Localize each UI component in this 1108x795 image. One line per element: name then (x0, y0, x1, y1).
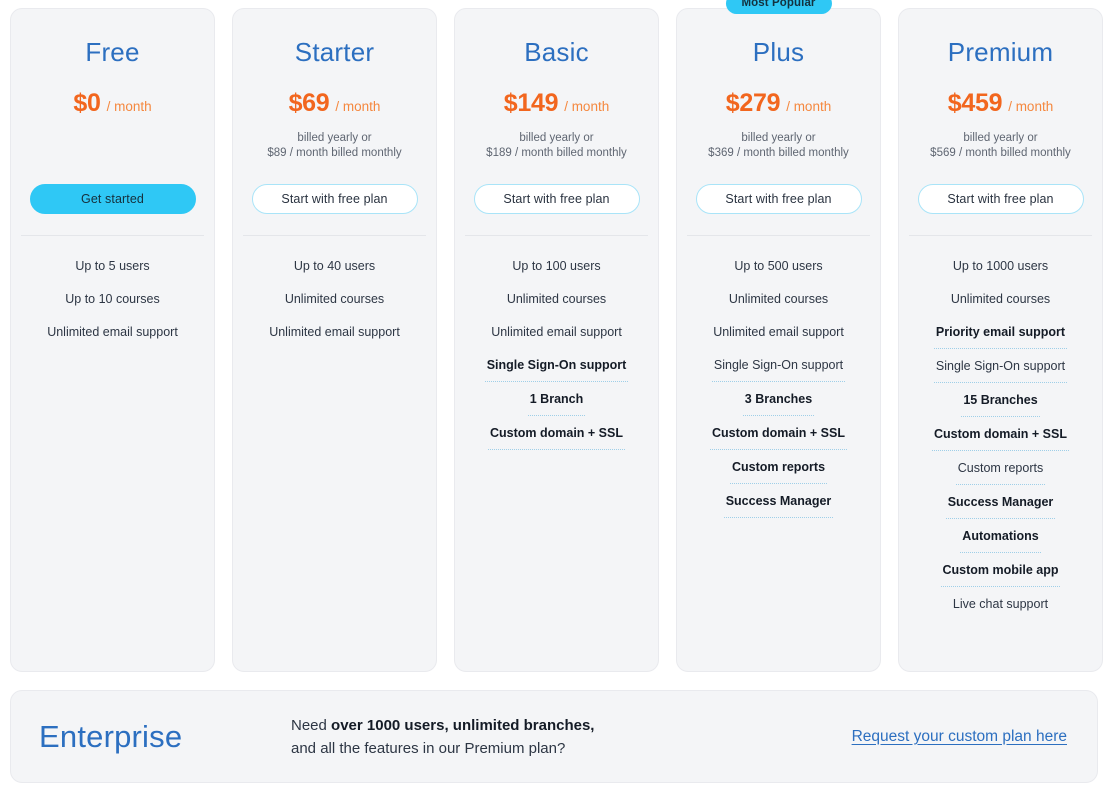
plan-cta-button[interactable]: Get started (29, 183, 196, 214)
feature-item: Single Sign-On support (711, 349, 846, 382)
card-divider (909, 234, 1092, 236)
plan-price: $279 (725, 88, 781, 117)
enterprise-copy-highlight: over 1000 users, unlimited branches, (331, 716, 595, 734)
plan-price: $69 (288, 88, 330, 117)
request-custom-plan-link[interactable]: Request your custom plan here (852, 728, 1067, 746)
feature-item: Unlimited email support (713, 324, 844, 339)
plan-price: $459 (947, 88, 1003, 117)
plan-card-plus: Most Popular Plus $279 / month billed yearly… (676, 0, 881, 672)
plan-price-row: $149 / month (504, 89, 609, 119)
feature-item: Custom mobile app (940, 554, 1061, 587)
plan-card-premium: Premium $459 / month billed yearly or $569 … (898, 8, 1103, 672)
feature-item: Unlimited email support (491, 324, 622, 339)
feature-item: Custom domain + SSL (487, 417, 625, 450)
feature-item: Custom domain + SSL (931, 418, 1069, 451)
feature-item: Unlimited courses (284, 291, 385, 306)
enterprise-copy: Need over 1000 users, unlimited branches… (291, 714, 852, 760)
plan-title: Free (85, 37, 140, 67)
plan-card-starter: Starter $69 / month billed yearly or $89 / … (232, 8, 437, 672)
plan-cta-button[interactable]: Start with free plan (695, 183, 862, 214)
pricing-plans-grid: Free $0/ month Get started Up to 5 users Up … (10, 0, 1103, 672)
card-divider (21, 234, 204, 236)
plan-price-period: / month (786, 98, 832, 114)
plan-price-period: / month (564, 98, 610, 114)
plan-feature-list: Up to 500 users Unlimited courses Unlimite… (687, 250, 870, 519)
plan-card-basic: Basic $149 / month billed yearly or $189 / … (454, 8, 659, 672)
plan-price-row: $0 / month (73, 89, 151, 119)
feature-item: Up to 10 courses (65, 291, 160, 306)
card-divider (243, 234, 426, 236)
feature-item: Custom reports (729, 451, 828, 484)
pricing-page: Free $0/ month Get started Up to 5 users Up … (0, 0, 1108, 795)
plan-billing-note: billed yearly or $189 / month billed mon… (486, 131, 627, 160)
enterprise-copy-line2: and all the features in our Premium plan… (291, 739, 566, 757)
plan-cta-button[interactable]: Start with free plan (251, 183, 418, 214)
feature-item: Single Sign-On support (484, 349, 629, 382)
plan-price-period: / month (106, 98, 152, 114)
feature-item: Up to 40 users (293, 258, 376, 273)
feature-item: Single Sign-On support (933, 350, 1068, 383)
feature-item: Success Manager (945, 486, 1056, 519)
feature-item: Custom reports (955, 452, 1046, 485)
feature-item: Priority email support (933, 316, 1068, 349)
feature-item: Automations (960, 520, 1041, 553)
feature-item: Success Manager (723, 485, 834, 518)
card-divider (687, 234, 870, 236)
plan-card-free: Free $0/ month Get started Up to 5 users Up … (10, 8, 215, 672)
plan-billing-note: billed yearly or $89 / month billed mont… (267, 131, 402, 160)
feature-item: 3 Branches (742, 383, 815, 416)
plan-price: $0 (73, 88, 101, 117)
feature-item: Up to 100 users (512, 258, 601, 273)
plan-price-period: / month (335, 98, 381, 114)
enterprise-title: Enterprise (39, 718, 183, 754)
plan-feature-list: Up to 5 users Up to 10 courses Unlimited e… (21, 250, 204, 349)
feature-item: Unlimited courses (728, 291, 829, 306)
feature-item: Unlimited courses (506, 291, 607, 306)
card-divider (465, 234, 648, 236)
plan-price-row: $459 / month (948, 89, 1053, 119)
feature-item: Custom domain + SSL (709, 417, 847, 450)
feature-item: Unlimited email support (269, 324, 400, 339)
plan-billing-note: billed yearly or $569 / month billed mon… (930, 131, 1071, 160)
enterprise-copy-prefix: Need (291, 716, 332, 734)
plan-title: Premium (947, 37, 1054, 67)
feature-item: Unlimited courses (950, 291, 1051, 306)
plan-cta-button[interactable]: Start with free plan (473, 183, 640, 214)
plan-title: Plus (752, 37, 805, 67)
plan-price-row: $279 / month (726, 89, 831, 119)
plan-cta-button[interactable]: Start with free plan (917, 183, 1084, 214)
plan-price: $149 (503, 88, 559, 117)
plan-feature-list: Up to 100 users Unlimited courses Unlimite… (465, 250, 648, 451)
enterprise-band: Enterprise Need over 1000 users, unlimit… (10, 690, 1098, 783)
plan-price-row: $69 / month (289, 89, 381, 119)
feature-item: 15 Branches (961, 384, 1040, 417)
plan-feature-list: Up to 1000 users Unlimited courses Priorit… (909, 250, 1092, 621)
feature-item: Up to 500 users (734, 258, 823, 273)
plan-title: Basic (524, 37, 589, 67)
feature-item: Live chat support (952, 596, 1049, 611)
feature-item: Up to 5 users (75, 258, 150, 273)
plan-price-period: / month (1008, 98, 1054, 114)
feature-item: Unlimited email support (47, 324, 178, 339)
plan-billing-note: billed yearly or $369 / month billed mon… (708, 131, 849, 160)
feature-item: Up to 1000 users (952, 258, 1049, 273)
plan-title: Starter (294, 37, 375, 67)
most-popular-badge: Most Popular (725, 0, 832, 14)
feature-item: 1 Branch (527, 383, 586, 416)
plan-feature-list: Up to 40 users Unlimited courses Unlimited… (243, 250, 426, 349)
